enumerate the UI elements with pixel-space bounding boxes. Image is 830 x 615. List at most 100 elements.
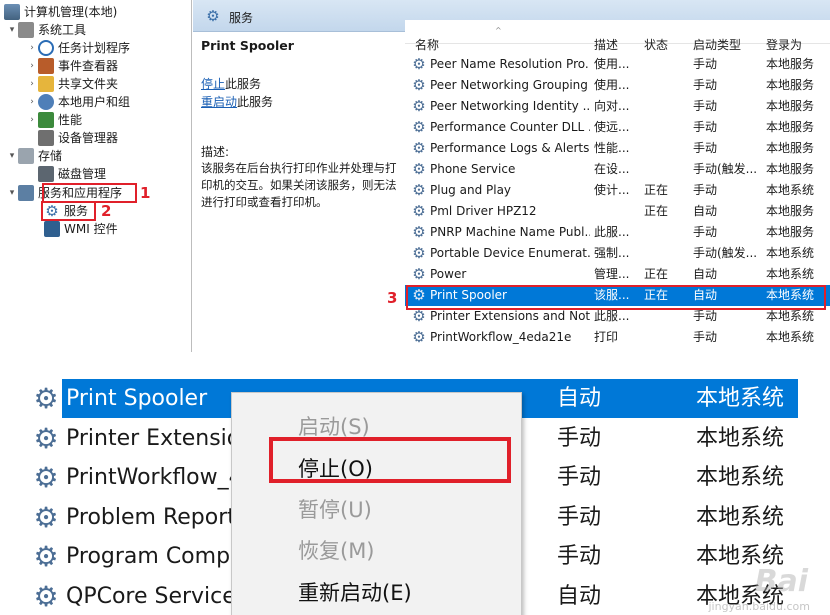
tree-item-shared-folders[interactable]: › 共享文件夹 [26,75,118,93]
zoom-service-logon: 本地系统 [696,465,785,490]
device-manager-icon [38,130,54,146]
chevron-right-icon[interactable]: › [26,93,38,111]
restart-service-link[interactable]: 重启动 [201,95,237,109]
service-name-cell: PNRP Machine Name Publ... [430,225,590,239]
column-header-name[interactable]: 名称 [415,36,439,53]
service-desc-cell: 使远... [594,120,630,134]
service-gear-icon: ⚙ [33,421,59,455]
tree-item-performance[interactable]: › 性能 [26,111,82,129]
service-state-cell: 正在 [644,267,669,281]
sort-caret-icon: ^ [495,26,502,35]
service-startup-cell: 手动 [693,330,718,344]
column-header-logon[interactable]: 登录为 [766,36,802,53]
service-row[interactable]: ⚙ Plug and Play 使计... 正在 手动 本地系统 [405,180,830,201]
service-row[interactable]: ⚙ Peer Name Resolution Pro... 使用... 手动 本地服务 [405,54,830,75]
description-label: 描述: [201,145,230,159]
chevron-right-icon[interactable]: › [26,111,38,129]
service-gear-icon: ⚙ [412,76,426,94]
service-logon-cell: 本地服务 [766,204,815,218]
zoom-service-name: Program Compa [66,544,244,569]
zoom-service-logon: 本地系统 [696,504,785,530]
tree-item-local-users[interactable]: › 本地用户和组 [26,93,130,111]
tree-item-disk-management[interactable]: 磁盘管理 [38,165,106,183]
disk-icon [38,166,54,182]
zoom-service-startup: 手动 [557,465,602,490]
watermark-logo: Bai [754,564,808,599]
chevron-down-icon[interactable]: ▾ [6,147,18,165]
service-name-cell: PrintWorkflow_4eda21e [430,330,572,344]
service-row[interactable]: ⚙ Performance Logs & Alerts 性能... 手动 本地服务 [405,138,830,159]
column-header-state[interactable]: 状态 [644,36,668,53]
service-row[interactable]: ⚙ PrintWorkflow_4eda21e 打印 手动 本地系统 [405,327,830,348]
chevron-down-icon[interactable]: ▾ [6,21,18,39]
service-gear-icon: ⚙ [33,500,59,534]
service-desc-cell: 此服... [594,225,630,239]
service-detail-panel: Print Spooler 停止此服务 重启动此服务 描述: 该服务在后台执行打… [193,33,405,352]
service-row[interactable]: ⚙ Peer Networking Identity ... 向对... 手动 本地服务 [405,96,830,117]
chevron-down-icon[interactable]: ▾ [6,184,18,202]
service-startup-cell: 手动 [693,141,718,155]
service-row[interactable]: ⚙ Power 管理... 正在 自动 本地系统 [405,264,830,285]
service-startup-cell: 手动 [693,78,718,92]
service-row[interactable]: ⚙ Phone Service 在设... 手动(触发... 本地服务 [405,159,830,180]
tree-item-task-scheduler[interactable]: › 任务计划程序 [26,39,130,57]
service-logon-cell: 本地服务 [766,225,815,239]
tree-root[interactable]: 计算机管理(本地) [4,3,117,21]
image-separator [0,352,830,364]
zoomed-context-menu-view: ⚙ Print Spooler 自动 本地系统 ⚙ Printer Extension 手动… [0,364,830,615]
gear-icon: ⚙ [206,7,220,25]
service-name-cell: Pml Driver HPZ12 [430,204,537,218]
tree-item-event-viewer[interactable]: › 事件查看器 [26,57,118,75]
chevron-right-icon[interactable]: › [26,39,38,57]
service-desc-cell: 打印 [594,330,619,344]
service-row[interactable]: ⚙ Portable Device Enumerat... 强制... 手动(触发..… [405,243,830,264]
zoom-service-startup: 自动 [557,386,602,411]
service-row[interactable]: ⚙ Pml Driver HPZ12 正在 自动 本地服务 [405,201,830,222]
service-row[interactable]: ⚙ Peer Networking Grouping 使用... 手动 本地服务 [405,75,830,96]
menu-item-restart[interactable]: 重新启动(E) [232,573,521,613]
tools-icon [18,22,34,38]
zoom-service-name: Printer Extension [66,425,255,451]
service-startup-cell: 手动 [693,57,718,71]
selected-service-name: Print Spooler [201,38,294,53]
zoom-service-logon: 本地系统 [696,386,785,411]
restart-service-line: 重启动此服务 [201,95,274,109]
service-name-cell: Phone Service [430,162,516,176]
service-row[interactable]: ⚙ PNRP Machine Name Publ... 此服... 手动 本地服务 [405,222,830,243]
service-row[interactable]: ⚙ Performance Counter DLL ... 使远... 手动 本地服务 [405,117,830,138]
wmi-icon [44,221,60,237]
service-gear-icon: ⚙ [33,461,59,494]
tree-item-wmi[interactable]: WMI 控件 [44,220,118,238]
service-name-cell: Plug and Play [430,183,512,197]
annotation-box-1 [42,183,137,203]
service-startup-cell: 自动 [693,267,718,281]
menu-item-pause[interactable]: 暂停(U) [232,490,521,530]
chevron-right-icon[interactable]: › [26,57,38,75]
stop-service-line: 停止此服务 [201,77,262,91]
service-gear-icon: ⚙ [412,223,426,241]
service-startup-cell: 手动(触发... [693,162,758,176]
column-header-desc[interactable]: 描述 [594,36,618,53]
tree-item-system-tools[interactable]: ▾ 系统工具 [6,21,86,39]
event-viewer-icon [38,58,54,74]
service-gear-icon: ⚙ [412,55,426,73]
service-name-cell: Portable Device Enumerat... [430,246,590,260]
zoom-service-name: Print Spooler [66,386,208,411]
service-gear-icon: ⚙ [33,579,59,613]
navigation-tree: 计算机管理(本地) ▾ 系统工具 › 任务计划程序 › 事件查看器 › 共享文件… [0,0,192,352]
menu-item-resume[interactable]: 恢复(M) [232,531,521,571]
service-startup-cell: 手动 [693,99,718,113]
tree-item-storage[interactable]: ▾ 存储 [6,147,62,165]
column-header-startup[interactable]: 启动类型 [693,36,741,53]
tree-item-device-manager[interactable]: 设备管理器 [38,129,118,147]
folder-icon [38,76,54,92]
service-logon-cell: 本地系统 [766,330,815,344]
annotation-box-2 [41,201,96,221]
service-gear-icon: ⚙ [412,244,426,262]
services-list: ^ 名称 描述 状态 启动类型 登录为 ⚙ Peer Name Resolutio… [405,20,830,352]
stop-service-link[interactable]: 停止 [201,77,225,91]
service-name-cell: Peer Name Resolution Pro... [430,57,590,71]
annotation-number-1: 1 [140,184,151,202]
chevron-right-icon[interactable]: › [26,75,38,93]
service-name-cell: Performance Counter DLL ... [430,120,590,134]
